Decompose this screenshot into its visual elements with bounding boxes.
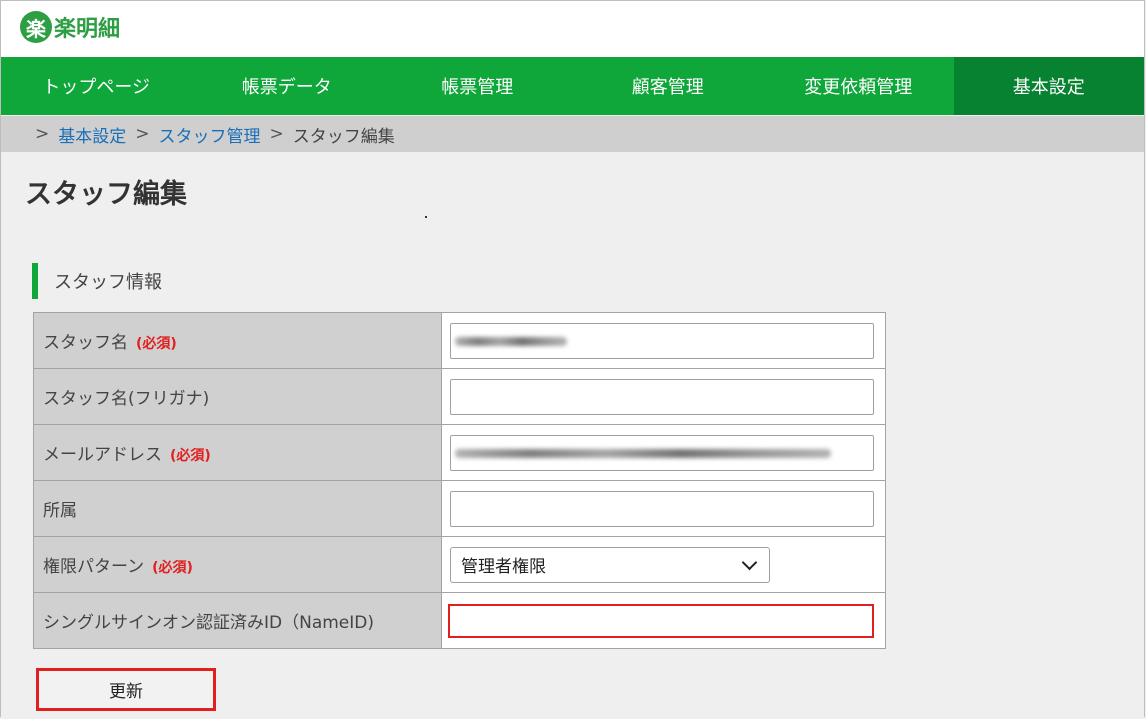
- form-label-cell: 所属: [33, 480, 442, 537]
- nav-item-basic-settings[interactable]: 基本設定: [953, 57, 1144, 115]
- breadcrumb-current: スタッフ編集: [292, 126, 395, 147]
- nav-item-top-page[interactable]: トップページ: [1, 57, 192, 115]
- email-input[interactable]: [450, 434, 874, 471]
- app-frame: 楽 楽明細 トップページ 帳票データ 帳票管理 顧客管理 変更依頼管理 基本設定…: [0, 0, 1145, 717]
- update-button[interactable]: 更新: [36, 668, 216, 711]
- redacted-text: [455, 448, 831, 458]
- logo-icon: 楽: [20, 11, 52, 43]
- form-label-cell: スタッフ名(フリガナ): [33, 368, 442, 425]
- form-row-staff-name: スタッフ名 (必須): [33, 312, 886, 369]
- header: 楽 楽明細: [1, 1, 1144, 57]
- form-label-cell: シングルサインオン認証済みID（NameID): [33, 592, 442, 649]
- staff-name-input[interactable]: [450, 322, 874, 359]
- redacted-text: [455, 336, 567, 346]
- staff-name-kana-input[interactable]: [450, 378, 874, 415]
- sso-nameid-label: シングルサインオン認証済みID（NameID): [43, 613, 374, 633]
- permission-pattern-select[interactable]: 管理者権限: [450, 546, 770, 583]
- nav-item-change-request-management[interactable]: 変更依頼管理: [763, 57, 954, 115]
- breadcrumb-separator: >: [135, 124, 150, 144]
- section-accent-bar: [32, 263, 38, 299]
- form-row-affiliation: 所属: [33, 480, 886, 537]
- section-header: スタッフ情報: [32, 263, 162, 299]
- required-marker: (必須): [136, 336, 177, 352]
- form-field-cell: [441, 424, 886, 481]
- breadcrumb-basic-settings[interactable]: 基本設定: [58, 122, 126, 147]
- required-marker: (必須): [170, 448, 211, 464]
- section-title: スタッフ情報: [54, 272, 162, 293]
- form-row-sso-nameid: シングルサインオン認証済みID（NameID): [33, 592, 886, 649]
- form-row-staff-name-kana: スタッフ名(フリガナ): [33, 368, 886, 425]
- logo-text: 楽明細: [54, 17, 121, 42]
- breadcrumb: > 基本設定 > スタッフ管理 > スタッフ編集: [1, 116, 1144, 152]
- chevron-down-icon: [741, 554, 758, 570]
- staff-form-table: スタッフ名 (必須) スタッフ名(フリガナ) メールアドレス (必須) 所属 権…: [33, 312, 886, 649]
- page-title: スタッフ編集: [25, 179, 187, 210]
- form-field-cell: [441, 368, 886, 425]
- nav-item-customer-management[interactable]: 顧客管理: [573, 57, 764, 115]
- form-field-cell: 管理者権限: [441, 536, 886, 593]
- form-label-cell: メールアドレス (必須): [33, 424, 442, 481]
- breadcrumb-separator: >: [35, 124, 50, 144]
- form-field-cell: [441, 480, 886, 537]
- required-marker: (必須): [152, 560, 193, 576]
- form-label-cell: 権限パターン (必須): [33, 536, 442, 593]
- nav-item-form-management[interactable]: 帳票管理: [382, 57, 573, 115]
- app-logo[interactable]: 楽 楽明細: [20, 11, 120, 43]
- permission-pattern-label: 権限パターン: [43, 557, 145, 577]
- staff-name-label: スタッフ名: [43, 333, 128, 353]
- nav-item-form-data[interactable]: 帳票データ: [192, 57, 383, 115]
- stray-dot: [425, 216, 427, 218]
- affiliation-input[interactable]: [450, 490, 874, 527]
- email-label: メールアドレス: [43, 445, 162, 465]
- permission-pattern-value: 管理者権限: [461, 557, 546, 577]
- form-row-permission-pattern: 権限パターン (必須) 管理者権限: [33, 536, 886, 593]
- form-label-cell: スタッフ名 (必須): [33, 312, 442, 369]
- form-field-cell: [441, 592, 886, 649]
- affiliation-label: 所属: [43, 501, 77, 521]
- staff-name-kana-label: スタッフ名(フリガナ): [43, 389, 210, 409]
- breadcrumb-staff-management[interactable]: スタッフ管理: [159, 122, 261, 147]
- form-field-cell: [441, 312, 886, 369]
- breadcrumb-separator: >: [269, 124, 284, 144]
- sso-nameid-input[interactable]: [448, 603, 874, 638]
- main-nav: トップページ 帳票データ 帳票管理 顧客管理 変更依頼管理 基本設定: [1, 57, 1144, 115]
- form-row-email: メールアドレス (必須): [33, 424, 886, 481]
